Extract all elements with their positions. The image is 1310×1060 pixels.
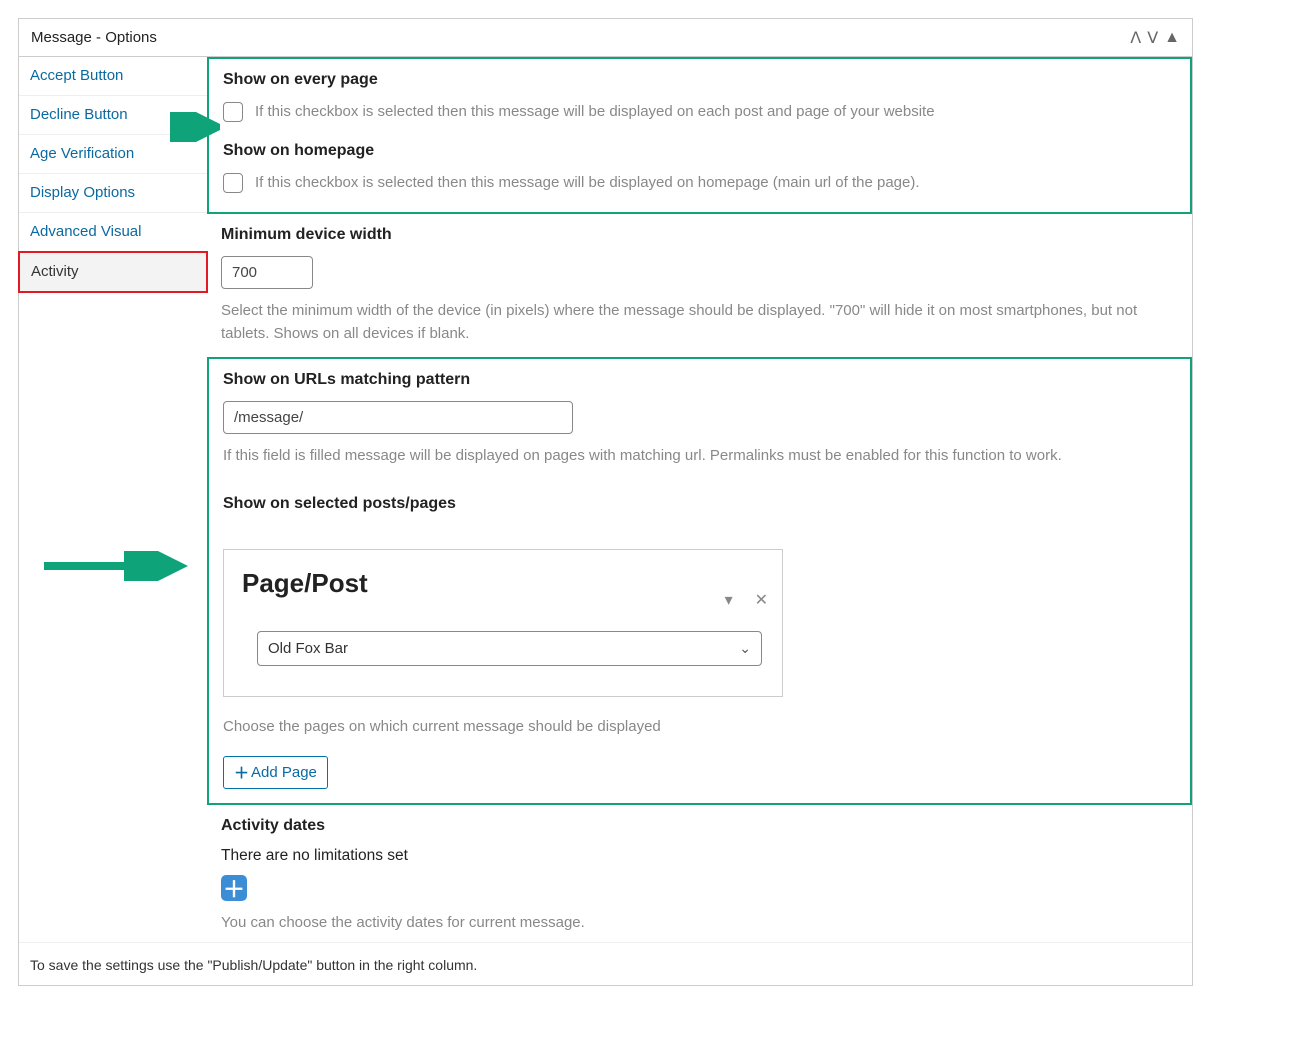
activity-dates-help: You can choose the activity dates for cu… [221,911,1151,934]
panel-header: Message - Options ᐱ ᐯ ▲ [19,19,1192,57]
page-post-title: Page/Post [242,568,764,599]
triangle-down-icon[interactable]: ▾ [725,590,733,610]
section-heading-activity-dates: Activity dates [221,817,1178,835]
add-page-button[interactable]: ＋ Add Page [223,756,328,789]
sidebar-item-accept-button[interactable]: Accept Button [19,57,207,96]
url-pattern-input[interactable] [223,401,573,434]
homepage-checkbox[interactable] [223,173,243,193]
page-post-select-value: Old Fox Bar [268,640,348,657]
sidebar-item-activity[interactable]: Activity [18,251,208,293]
every-page-row: If this checkbox is selected then this m… [223,101,1176,124]
chevron-down-icon[interactable]: ᐯ [1147,28,1158,48]
close-icon[interactable]: ✕ [755,590,768,610]
footer-note: To save the settings use the "Publish/Up… [19,942,1192,985]
url-pattern-help: If this field is filled message will be … [223,444,1153,467]
section-heading-homepage: Show on homepage [223,142,1176,160]
min-width-block: Minimum device width Select the minimum … [207,214,1192,354]
min-width-input[interactable] [221,256,313,289]
sidebar-item-advanced-visual[interactable]: Advanced Visual [19,213,207,252]
min-width-help: Select the minimum width of the device (… [221,299,1151,346]
page-post-controls: ▾ ✕ [725,590,768,610]
plus-icon: ＋ [234,762,249,783]
add-page-label: Add Page [251,764,317,781]
homepage-row: If this checkbox is selected then this m… [223,172,1176,195]
add-activity-date-button[interactable]: ＋ [221,875,247,901]
panel-body: Accept Button Decline Button Age Verific… [19,57,1192,942]
url-pages-highlight-box: Show on URLs matching pattern If this fi… [207,357,1192,806]
show-options-highlight-box: Show on every page If this checkbox is s… [207,57,1192,214]
chevron-down-icon: ⌄ [739,640,751,657]
sidebar: Accept Button Decline Button Age Verific… [19,57,207,942]
page-post-card: Page/Post ▾ ✕ Old Fox Bar ⌄ [223,549,783,697]
panel-title: Message - Options [31,29,157,46]
section-heading-selected-pages: Show on selected posts/pages [223,495,1176,513]
homepage-help: If this checkbox is selected then this m… [255,172,920,195]
section-heading-url-pattern: Show on URLs matching pattern [223,371,1176,389]
every-page-help: If this checkbox is selected then this m… [255,101,935,124]
activity-dates-block: Activity dates There are no limitations … [207,805,1192,942]
section-heading-min-width: Minimum device width [221,226,1178,244]
page-post-select[interactable]: Old Fox Bar ⌄ [257,631,762,666]
options-panel: Message - Options ᐱ ᐯ ▲ Accept Button De… [18,18,1193,986]
activity-dates-status: There are no limitations set [221,847,1178,865]
section-heading-every-page: Show on every page [223,71,1176,89]
panel-header-controls: ᐱ ᐯ ▲ [1130,28,1180,48]
sidebar-item-decline-button[interactable]: Decline Button [19,96,207,135]
page-post-select-wrap: Old Fox Bar ⌄ [242,631,764,666]
selected-pages-help: Choose the pages on which current messag… [223,715,1153,738]
sidebar-item-display-options[interactable]: Display Options [19,174,207,213]
every-page-checkbox[interactable] [223,102,243,122]
triangle-up-icon[interactable]: ▲ [1164,29,1180,47]
content-area: Show on every page If this checkbox is s… [207,57,1192,942]
sidebar-item-age-verification[interactable]: Age Verification [19,135,207,174]
chevron-up-icon[interactable]: ᐱ [1130,28,1141,48]
